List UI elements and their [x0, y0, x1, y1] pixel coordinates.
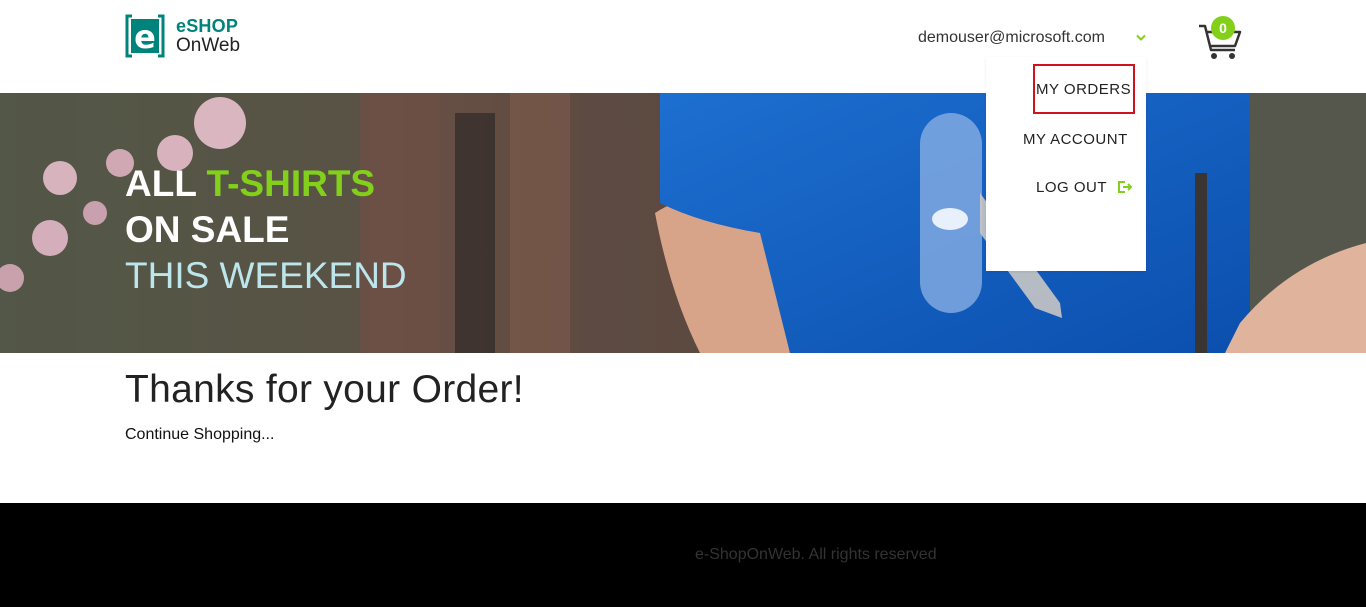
- hero-headline: ALL T-SHIRTS ON SALE THIS WEEKEND: [125, 161, 407, 299]
- page-title: Thanks for your Order!: [125, 368, 524, 411]
- logo-line-onweb: OnWeb: [176, 35, 241, 56]
- svg-text:e: e: [134, 18, 156, 56]
- continue-shopping-link[interactable]: Continue Shopping...: [125, 426, 274, 444]
- user-menu-email[interactable]: demouser@microsoft.com: [918, 29, 1105, 47]
- hero-line-2: ON SALE: [125, 209, 290, 250]
- menu-item-my-account[interactable]: MY ACCOUNT: [1023, 131, 1128, 148]
- hero-line-1-accent: T-SHIRTS: [206, 163, 376, 204]
- cart-count-badge[interactable]: 0: [1211, 16, 1235, 40]
- logo-line-eshop: eSHOP: [176, 16, 239, 36]
- chevron-down-icon[interactable]: [1136, 34, 1146, 42]
- logo-text: eSHOP OnWeb: [176, 16, 241, 56]
- menu-item-my-orders[interactable]: MY ORDERS: [1036, 81, 1131, 98]
- site-header: e eSHOP OnWeb demouser@microsoft.com 0: [0, 0, 1366, 93]
- hero-banner: ALL T-SHIRTS ON SALE THIS WEEKEND: [0, 93, 1366, 353]
- footer-copyright: e-ShopOnWeb. All rights reserved: [695, 546, 937, 563]
- menu-item-log-out[interactable]: LOG OUT: [1036, 179, 1107, 196]
- user-dropdown-menu: MY ORDERS MY ACCOUNT LOG OUT: [986, 57, 1146, 271]
- hero-line-3: THIS WEEKEND: [125, 255, 407, 296]
- hero-line-1-text: ALL: [125, 163, 207, 204]
- hero-line-1: ALL T-SHIRTS: [125, 161, 407, 207]
- logout-icon[interactable]: [1118, 181, 1132, 193]
- e-logo-icon: e: [125, 14, 165, 58]
- site-logo[interactable]: e eSHOP OnWeb: [125, 14, 265, 62]
- site-footer: e-ShopOnWeb. All rights reserved: [0, 503, 1366, 607]
